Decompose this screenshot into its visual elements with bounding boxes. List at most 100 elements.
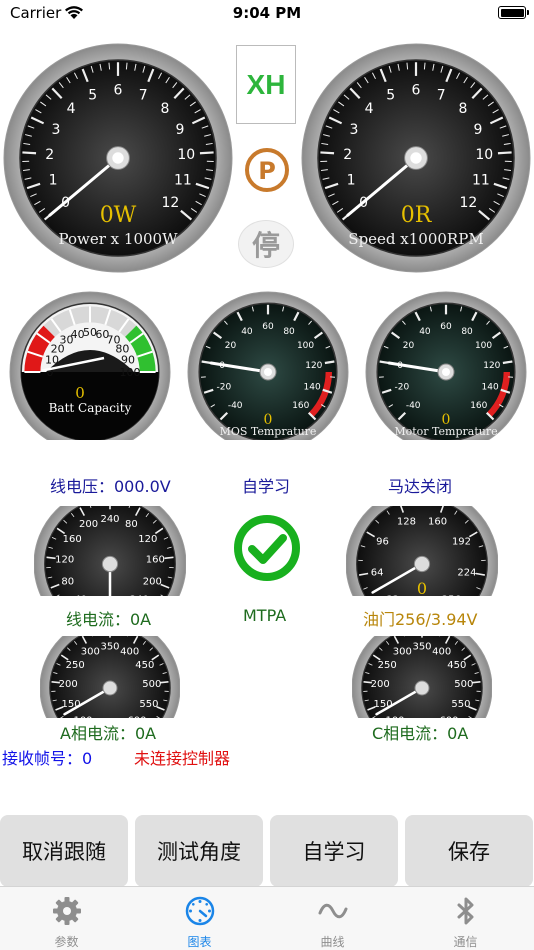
cancel-follow-button[interactable]: 取消跟随	[0, 815, 128, 887]
tab-curve[interactable]: 曲线	[266, 887, 399, 950]
line-current-label: 线电流：0A	[66, 610, 152, 629]
clock: 9:04 PM	[232, 4, 302, 22]
stop-label: 停	[251, 229, 280, 262]
mos-temp-gauge-major-tick	[324, 360, 335, 365]
motor-temp-gauge: -40-20020406080100120140160Motor Temprat…	[365, 291, 527, 440]
mos-temp-gauge-tick-label: 20	[225, 341, 237, 351]
throttle-gauge-tick-label: 160	[428, 517, 447, 528]
phase-a-gauge-tick-label: 400	[120, 646, 139, 657]
self-learn-button[interactable]: 自学习	[270, 815, 398, 887]
throttle-gauge-hub	[413, 555, 431, 573]
tab-params[interactable]: 参数	[0, 887, 133, 950]
phase-c-gauge-tick-label: 600	[439, 716, 458, 718]
motor-temp-gauge-tick-label: 120	[483, 361, 500, 371]
phase-a-gauge-tick-label: 200	[59, 679, 78, 690]
tab-comm[interactable]: 通信	[399, 887, 532, 950]
line-current-gauge-tick-label: 240	[130, 594, 149, 596]
power-gauge-tick-label: 2	[45, 147, 54, 163]
motor-temp-gauge-major-tick	[502, 360, 513, 365]
motor-temp-gauge-tick-label: -40	[406, 401, 421, 411]
mos-temp-gauge: -40-20020406080100120140160MOS Tempratur…	[187, 291, 349, 440]
save-button[interactable]: 保存	[405, 815, 533, 887]
motor-temp-gauge-tick-label: 40	[419, 327, 431, 337]
phase-a-gauge: 100 150 200 250 300350400 450 500 550 600	[40, 636, 180, 718]
phase-a-gauge-tick-label: 300	[81, 646, 100, 657]
gauge-icon	[185, 896, 214, 926]
power-gauge-tick-label: 9	[176, 122, 185, 138]
speed-gauge-tick-label: 6	[412, 83, 421, 99]
speed-gauge-readout: 0R	[401, 203, 433, 228]
mos-temp-gauge-tick-label: 80	[283, 327, 295, 337]
throttle-gauge-tick-label: 224	[457, 567, 476, 578]
line-current-gauge-tick-label: 200	[79, 519, 98, 530]
line-current-gauge-tick-label: 120	[55, 555, 74, 566]
gear-icon	[52, 897, 81, 925]
tab-chart[interactable]: 图表	[133, 887, 266, 950]
mos-temp-gauge-hub-cap	[264, 368, 272, 376]
tab-chart-label: 图表	[187, 935, 212, 949]
power-gauge-minor-tick	[108, 62, 111, 70]
power-gauge-tick-label: 6	[114, 83, 123, 99]
mos-temp-gauge-tick-label: 160	[292, 401, 309, 411]
battery-gauge-tick-label: 10	[45, 354, 59, 367]
speed-gauge-minor-tick	[406, 62, 409, 70]
speed-gauge-tick-label: 8	[458, 101, 467, 117]
motor-temp-gauge-tick-label: 20	[403, 341, 415, 351]
phase-a-gauge-tick-label: 600	[127, 716, 146, 718]
speed-gauge: 0123456789101112Speed x1000RPM0R	[301, 43, 531, 273]
line-current-gauge-tick-label: 240	[100, 514, 119, 525]
wave-icon	[318, 903, 347, 919]
motor-temp-gauge-tick-label: 60	[440, 322, 452, 332]
test-angle-label: 测试角度	[157, 840, 241, 864]
speed-gauge-tick-label: 10	[475, 147, 493, 163]
xh-badge[interactable]: XH	[236, 45, 296, 124]
test-angle-button[interactable]: 测试角度	[135, 815, 263, 887]
phase-c-gauge-tick-label: 550	[451, 699, 470, 710]
stop-button[interactable]: 停	[238, 220, 294, 268]
line-current-gauge-tick-label: 160	[146, 555, 165, 566]
speed-gauge-minor-tick	[423, 62, 426, 70]
power-gauge-minor-tick	[125, 62, 128, 70]
speed-gauge-tick-label: 2	[343, 147, 352, 163]
save-label: 保存	[448, 840, 490, 864]
power-gauge-tick-label: 4	[67, 101, 76, 117]
check-icon	[234, 515, 300, 581]
line-current-gauge-hub	[101, 555, 119, 573]
phase-a-gauge-tick-label: 100	[73, 716, 92, 718]
line-current-gauge-tick-label: 80	[125, 519, 138, 530]
phase-a-gauge-tick-label: 250	[66, 660, 85, 671]
mos-temp-gauge-tick-label: 40	[241, 327, 253, 337]
throttle-gauge-readout: 0	[417, 579, 427, 596]
throttle-label: 油门256/3.94V	[363, 610, 478, 629]
phase-c-current-label: C相电流：0A	[372, 724, 469, 743]
throttle-gauge-tick-label: 256	[442, 594, 461, 596]
tab-params-label: 参数	[54, 935, 79, 949]
mos-temp-gauge-tick-label: 140	[304, 382, 321, 392]
battery-gauge-tick-label: 90	[121, 354, 135, 367]
phase-c-gauge-tick-label: 250	[378, 660, 397, 671]
power-gauge-title: Power x 1000W	[59, 230, 179, 248]
battery-icon	[498, 6, 529, 19]
power-gauge-tick-label: 5	[88, 87, 97, 103]
motor-temp-gauge-tick-label: 100	[475, 341, 492, 351]
park-label: P	[258, 157, 276, 185]
mos-temp-gauge-tick-label: 100	[297, 341, 314, 351]
phase-c-gauge-tick-label: 350	[412, 642, 431, 653]
battery-gauge: 0102030405060708090100Batt Capacity0	[9, 291, 171, 440]
mos-temp-gauge-tick-label: 120	[305, 361, 322, 371]
phase-a-gauge-hub	[102, 680, 118, 696]
line-current-gauge-tick-label: 120	[138, 534, 157, 545]
park-icon[interactable]: P	[243, 146, 291, 194]
phase-c-gauge-tick-label: 300	[393, 646, 412, 657]
phase-a-gauge-tick-label: 450	[135, 660, 154, 671]
connection-status: 未连接控制器	[134, 749, 231, 768]
speed-gauge-tick-label: 1	[347, 172, 356, 188]
phase-a-gauge-tick-label: 350	[100, 642, 119, 653]
speed-gauge-hub-cap	[410, 152, 422, 164]
speed-gauge-major-tick	[320, 151, 335, 155]
battery-gauge-title: Batt Capacity	[49, 401, 132, 415]
power-gauge-tick-label: 8	[160, 101, 169, 117]
power-gauge-major-tick	[199, 151, 214, 155]
speed-gauge-tick-label: 4	[365, 101, 374, 117]
speed-gauge-tick-label: 7	[437, 87, 446, 103]
